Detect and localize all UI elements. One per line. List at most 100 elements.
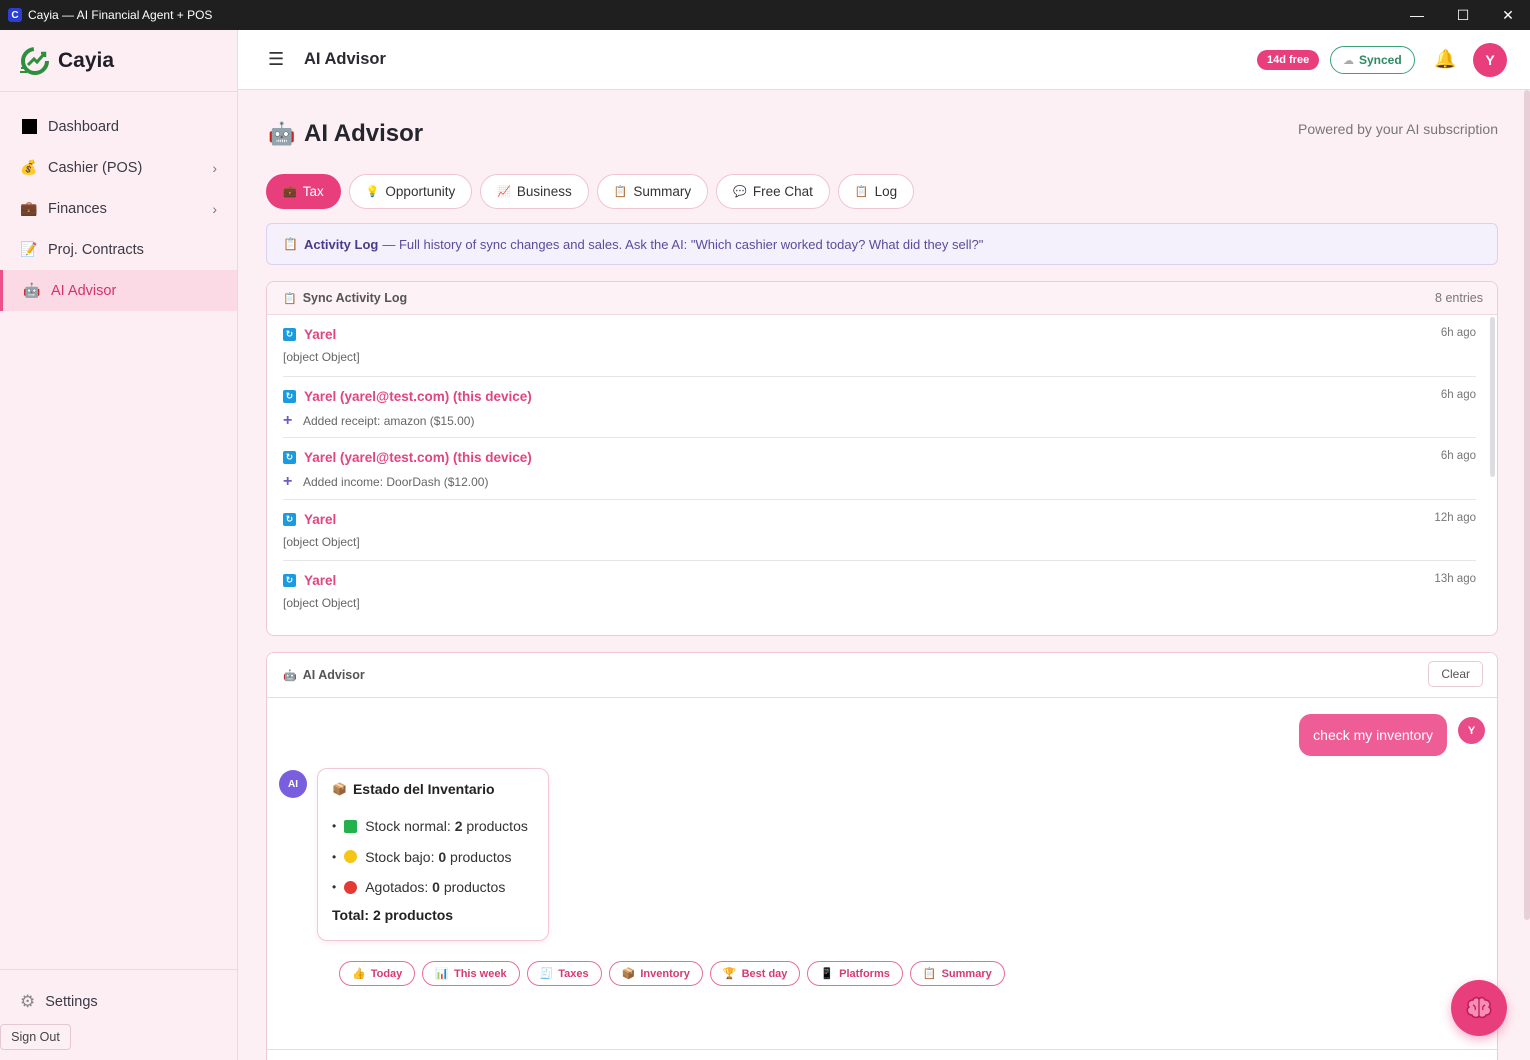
chevron-right-icon: › [212,159,217,176]
chip-taxes[interactable]: 🧾 Taxes [526,961,602,986]
list-item: • Stock normal: 2 productos [332,818,528,835]
log-scrollbar[interactable] [1490,317,1495,477]
ai-chat-avatar: AI [279,770,307,798]
log-detail-text: [object Object] [283,596,360,610]
green-check-icon [344,819,358,833]
main-scrollbar[interactable] [1524,90,1530,920]
quick-prompts: 👍 Today 📊 This week 🧾 Taxes 📦 Inventory 🏆 Bes… [339,961,1005,986]
banner-text: — Full history of sync changes and sales… [382,236,984,252]
header-title: AI Advisor [304,50,386,68]
list-item: • Stock bajo: 0 productos [332,848,512,865]
sync-status-badge[interactable]: ☁ Synced [1330,46,1415,74]
trial-badge: 14d free [1257,50,1320,70]
settings-link[interactable]: ⚙ Settings [20,992,98,1012]
brand-name: Cayia [58,48,115,72]
divider [267,1049,1497,1050]
sync-icon: ↻ [283,574,296,587]
maximize-button[interactable]: ☐ [1440,0,1486,30]
tab-label: Business [516,184,572,199]
log-entry: ↻ Yarel (yarel@test.com) (this device) 6h… [283,377,1476,438]
list-item: • Agotados: 0 productos [332,879,506,896]
line-prefix: Stock bajo: [365,848,435,865]
clipboard-icon: 📋 [922,968,937,980]
package-icon: 📦 [332,782,347,796]
close-button[interactable]: ✕ [1485,0,1530,30]
ai-chat-card: 🤖 AI Advisor Clear check my inventory Y … [266,652,1498,1060]
log-entry-user: ↻ Yarel [283,512,336,527]
chip-label: Today [370,967,403,980]
tab-summary[interactable]: 📋 Summary [596,174,709,209]
gear-icon: ⚙ [20,992,36,1011]
chevron-right-icon: › [212,200,217,217]
cayia-logo-icon [20,46,49,75]
sidebar-item-cashier[interactable]: 💰 Cashier (POS) › [0,147,237,188]
sidebar-item-finances[interactable]: 💼 Finances › [0,188,237,229]
brain-fab-button[interactable] [1451,980,1507,1036]
chart-up-icon: 📈 [497,186,511,198]
main-content: 🤖 AI Advisor Powered by your AI subscrip… [238,90,1530,1060]
user-avatar[interactable]: Y [1473,43,1507,77]
chip-today[interactable]: 👍 Today [339,961,416,986]
user-message-bubble: check my inventory [1299,714,1447,756]
log-entry-user: ↻ Yarel [283,327,336,342]
tab-free-chat[interactable]: 💬 Free Chat [716,174,830,209]
chip-label: Best day [741,967,788,980]
chip-platforms[interactable]: 📱 Platforms [807,961,903,986]
log-entry-detail: [object Object] [283,596,360,610]
sync-log-card: 📋 Sync Activity Log 8 entries ↻ Yarel 6h … [266,281,1498,636]
sidebar: Cayia Dashboard 💰 Cashier (POS) › 💼 Fina… [0,30,238,1060]
log-entry: ↻ Yarel 6h ago [object Object] [283,315,1476,377]
line-suffix: productos [462,818,528,835]
chip-best-day[interactable]: 🏆 Best day [709,961,801,986]
sidebar-item-label: Proj. Contracts [48,241,144,258]
tab-log[interactable]: 📋 Log [837,174,915,209]
tab-label: Log [874,184,898,199]
log-entry: ↻ Yarel (yarel@test.com) (this device) 6h… [283,438,1476,500]
sync-icon: ↻ [283,451,296,464]
package-icon: 📦 [621,968,636,980]
bar-chart-icon: 📊 [435,968,449,980]
sidebar-item-ai-advisor[interactable]: 🤖 AI Advisor [0,270,237,311]
inventory-list: • Stock normal: 2 productos • Stock bajo… [332,811,534,903]
chip-label: This week [453,967,507,980]
banner-title: Activity Log [303,236,379,252]
square-icon [20,118,38,136]
page-title-text: AI Advisor [304,120,424,147]
log-entry-detail: [object Object] [283,350,360,364]
sign-out-button[interactable]: Sign Out [0,1024,71,1050]
chip-label: Inventory [640,967,690,980]
clipboard-icon: 📋 [854,186,869,198]
chip-label: Platforms [839,967,890,980]
log-user-name: Yarel [304,573,337,588]
chip-this-week[interactable]: 📊 This week [422,961,520,986]
sidebar-item-contracts[interactable]: 📝 Proj. Contracts [0,229,237,270]
sidebar-item-dashboard[interactable]: Dashboard [0,106,237,147]
bell-icon[interactable]: 🔔 [1434,49,1456,70]
clipboard-icon: 📋 [283,237,298,251]
robot-icon: 🤖 [283,669,297,682]
tab-opportunity[interactable]: 💡 Opportunity [348,174,473,209]
sidebar-nav: Dashboard 💰 Cashier (POS) › 💼 Finances ›… [0,92,237,311]
tab-tax[interactable]: 💼 Tax [266,174,341,209]
log-entry-detail: [object Object] [283,535,360,549]
sidebar-item-label: AI Advisor [51,282,117,299]
log-user-name: Yarel (yarel@test.com) (this device) [304,450,532,465]
yellow-circle-icon [344,850,358,864]
chip-summary[interactable]: 📋 Summary [909,961,1005,986]
speech-bubble-icon: 💬 [733,186,747,198]
sidebar-item-label: Dashboard [48,118,119,135]
chip-inventory[interactable]: 📦 Inventory [608,961,703,986]
clear-chat-button[interactable]: Clear [1428,661,1483,687]
chat-header: 🤖 AI Advisor Clear [267,653,1497,698]
log-list[interactable]: ↻ Yarel 6h ago [object Object] ↻ Yarel (ya… [267,315,1497,621]
clipboard-icon: 📋 [613,186,628,198]
settings-label: Settings [45,994,98,1010]
cloud-icon: ☁ [1343,54,1354,67]
robot-icon: 🤖 [268,121,296,146]
line-prefix: Stock normal: [365,818,451,835]
minimize-button[interactable]: — [1394,0,1440,30]
advisor-tabs: 💼 Tax 💡 Opportunity 📈 Business 📋 Summary 💬 Fr… [266,174,915,209]
hamburger-menu-icon[interactable]: ☰ [268,49,288,70]
tab-business[interactable]: 📈 Business [480,174,589,209]
thumbs-up-icon: 👍 [352,968,366,980]
